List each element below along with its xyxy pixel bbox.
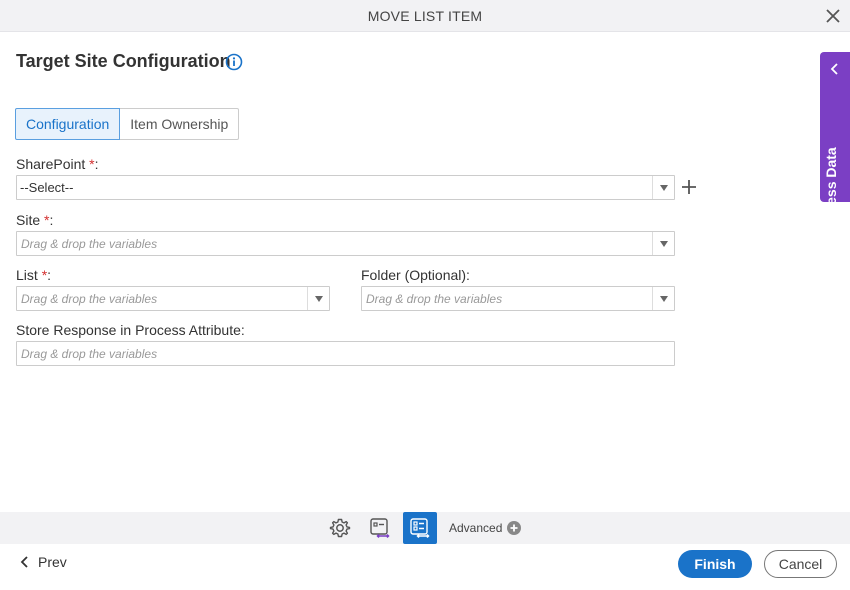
prev-label: Prev <box>38 554 67 570</box>
chevron-down-icon[interactable] <box>307 287 329 310</box>
close-icon[interactable] <box>822 5 844 27</box>
chevron-down-icon[interactable] <box>652 176 674 199</box>
chevron-down-icon[interactable] <box>652 232 674 255</box>
tab-configuration[interactable]: Configuration <box>15 108 121 140</box>
chevron-left-icon <box>830 63 838 75</box>
tab-bar: Configuration Item Ownership <box>15 108 240 140</box>
sharepoint-select-value: --Select-- <box>20 180 74 195</box>
add-sharepoint-icon[interactable] <box>680 178 698 196</box>
tab-item-ownership[interactable]: Item Ownership <box>120 108 240 140</box>
list-select[interactable]: Drag & drop the variables <box>16 286 330 311</box>
list-label: List *: <box>16 267 52 283</box>
folder-placeholder: Drag & drop the variables <box>366 291 503 306</box>
plus-circle-icon <box>507 521 522 535</box>
site-select[interactable]: Drag & drop the variables <box>16 231 675 256</box>
advanced-button[interactable]: Advanced <box>449 521 522 535</box>
store-response-label: Store Response in Process Attribute: <box>16 322 245 338</box>
advanced-label: Advanced <box>449 521 503 535</box>
info-icon[interactable] <box>225 53 243 71</box>
prev-button[interactable]: Prev <box>20 554 67 570</box>
dialog-title: MOVE LIST ITEM <box>367 7 483 24</box>
store-response-input[interactable]: Drag & drop the variables <box>16 341 675 366</box>
finish-button[interactable]: Finish <box>678 550 752 578</box>
site-label: Site *: <box>16 212 54 228</box>
cancel-button[interactable]: Cancel <box>764 550 837 578</box>
variable-mapping-icon[interactable] <box>363 512 397 544</box>
dialog-titlebar: MOVE LIST ITEM <box>0 0 850 32</box>
chevron-down-icon[interactable] <box>652 287 674 310</box>
site-placeholder: Drag & drop the variables <box>21 236 158 251</box>
sharepoint-select[interactable]: --Select-- <box>16 175 675 200</box>
process-data-label: Process Data <box>823 147 839 236</box>
list-placeholder: Drag & drop the variables <box>21 291 158 306</box>
configuration-mapping-icon[interactable] <box>403 512 437 544</box>
process-data-panel-tab[interactable]: Process Data <box>820 52 850 236</box>
sharepoint-label: SharePoint *: <box>16 156 99 172</box>
page-title: Target Site Configuration <box>16 51 231 71</box>
folder-label: Folder (Optional): <box>361 267 470 283</box>
folder-select[interactable]: Drag & drop the variables <box>361 286 675 311</box>
settings-gear-icon[interactable] <box>323 512 357 544</box>
chevron-left-icon <box>20 556 28 568</box>
store-response-placeholder: Drag & drop the variables <box>21 346 158 361</box>
